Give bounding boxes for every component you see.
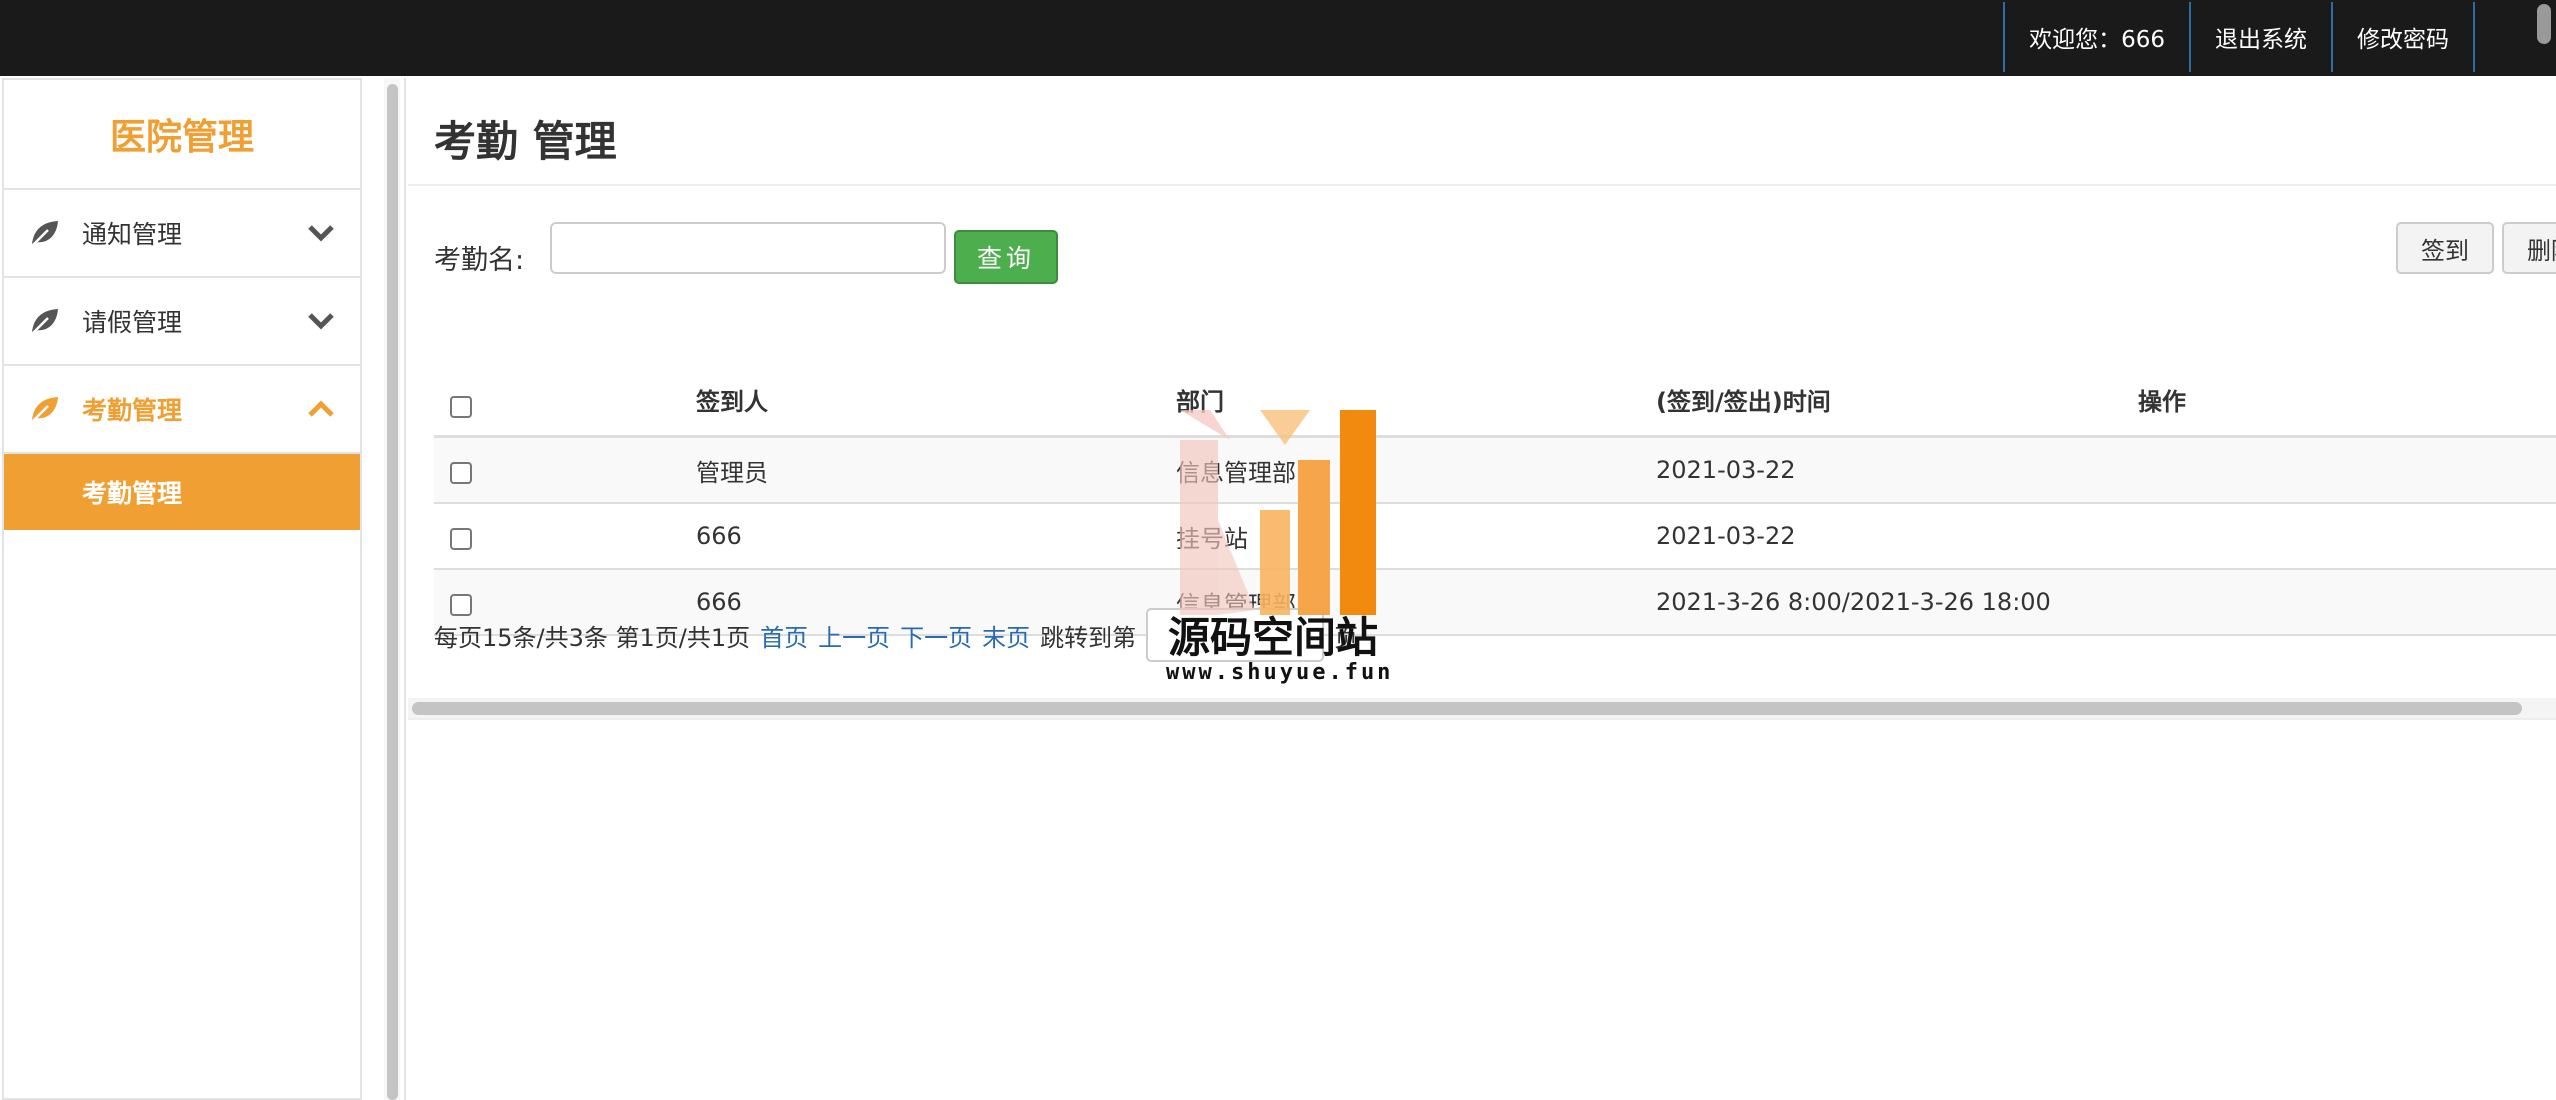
- sidebar: 医院管理 通知管理 请假管理 考勤管理 考勤管理: [2, 78, 362, 1100]
- table-cell: 666: [696, 522, 742, 550]
- prev-page-link[interactable]: 上一页: [818, 618, 890, 653]
- title-divider: [408, 184, 2556, 186]
- table-cell: 管理员: [696, 458, 768, 487]
- select-all-checkbox[interactable]: [450, 395, 472, 418]
- column-header: 签到人: [696, 388, 768, 416]
- sidebar-brand: 医院管理: [4, 80, 360, 190]
- window-scrollbar[interactable]: [2530, 0, 2556, 76]
- submenu-item-attendance[interactable]: 考勤管理: [4, 454, 360, 530]
- next-page-link[interactable]: 下一页: [900, 618, 972, 653]
- table-cell: 2021-3-26 8:00/2021-3-26 18:00: [1656, 588, 2051, 616]
- signin-button[interactable]: 签到: [2396, 222, 2494, 274]
- sidebar-item-label: 考勤管理: [82, 396, 183, 425]
- chevron-down-icon: [306, 218, 336, 248]
- column-header: 操作: [2138, 388, 2186, 416]
- logout-link[interactable]: 退出系统: [2189, 2, 2331, 72]
- main-content: 考勤 管理 考勤名: 查询 签到 删除 签到人 部门 (签到/签出)时间 操作 …: [408, 78, 2556, 1100]
- search-button[interactable]: 查询: [954, 230, 1058, 284]
- scroll-divider: [408, 718, 2556, 720]
- sidebar-item-leave[interactable]: 请假管理: [4, 278, 360, 366]
- chevron-up-icon: [306, 394, 336, 424]
- search-label: 考勤名:: [434, 245, 525, 276]
- page-title: 考勤 管理: [434, 117, 617, 166]
- chevron-down-icon: [306, 306, 336, 336]
- jump-label: 跳转到第: [1040, 623, 1137, 652]
- last-page-link[interactable]: 末页: [982, 618, 1030, 653]
- column-header: 部门: [1176, 388, 1224, 416]
- pagination-summary: 每页15条/共3条 第1页/共1页: [434, 623, 751, 652]
- table-row: 666 挂号站 2021-03-22: [434, 504, 2556, 570]
- sidebar-scrollbar[interactable]: [384, 78, 400, 1100]
- leaf-icon: [28, 304, 62, 338]
- row-checkbox[interactable]: [450, 462, 472, 484]
- table-cell: 信息管理部: [1176, 458, 1296, 487]
- horizontal-scrollbar-thumb[interactable]: [412, 702, 2522, 715]
- sidebar-scrollbar-thumb[interactable]: [387, 84, 398, 1100]
- first-page-link[interactable]: 首页: [760, 618, 808, 653]
- delete-button[interactable]: 删除: [2502, 222, 2556, 274]
- row-checkbox[interactable]: [450, 528, 472, 550]
- column-header: (签到/签出)时间: [1656, 388, 1831, 416]
- sidebar-item-attendance[interactable]: 考勤管理: [4, 366, 360, 454]
- search-input[interactable]: [550, 222, 946, 274]
- table-cell: 挂号站: [1176, 524, 1248, 553]
- window-scrollbar-thumb[interactable]: [2537, 4, 2551, 44]
- panel-divider: [404, 78, 406, 1100]
- table-header-row: 签到人 部门 (签到/签出)时间 操作: [434, 364, 2556, 438]
- table-cell: 2021-03-22: [1656, 456, 1796, 484]
- welcome-user: 欢迎您：666: [2003, 2, 2189, 72]
- leaf-icon: [28, 216, 62, 250]
- top-nav-links: 欢迎您：666 退出系统 修改密码: [2003, 0, 2475, 76]
- table-cell: 2021-03-22: [1656, 522, 1796, 550]
- sidebar-item-label: 通知管理: [82, 220, 183, 249]
- sidebar-item-label: 请假管理: [82, 308, 183, 337]
- watermark-url: www.shuyue.fun: [1166, 660, 1394, 685]
- change-password-link[interactable]: 修改密码: [2331, 2, 2475, 72]
- sidebar-item-notice[interactable]: 通知管理: [4, 190, 360, 278]
- leaf-icon: [28, 392, 62, 426]
- watermark-text: 源码空间站: [1168, 613, 1379, 662]
- table-row: 管理员 信息管理部 2021-03-22: [434, 438, 2556, 504]
- horizontal-scrollbar[interactable]: [408, 698, 2556, 718]
- attendance-table: 签到人 部门 (签到/签出)时间 操作 管理员 信息管理部 2021-03-22…: [434, 364, 2556, 636]
- top-navbar: 欢迎您：666 退出系统 修改密码: [0, 0, 2556, 76]
